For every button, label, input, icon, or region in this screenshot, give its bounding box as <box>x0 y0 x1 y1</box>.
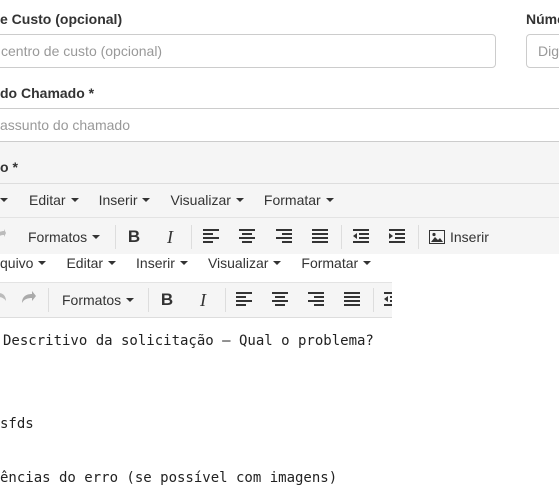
outer-formats-dropdown[interactable]: Formatos <box>28 226 101 248</box>
subject-label: do Chamado * <box>0 85 95 101</box>
outer-menu-file[interactable] <box>0 198 8 202</box>
outer-toolbar-separator <box>115 225 116 249</box>
subject-placeholder: assunto do chamado <box>0 117 130 133</box>
outer-italic-button[interactable]: I <box>161 226 179 248</box>
outer-bold-button[interactable]: B <box>125 226 143 248</box>
subject-input[interactable]: assunto do chamado <box>0 108 559 142</box>
cost-center-placeholder: centro de custo (opcional) <box>1 43 163 59</box>
outdent-icon[interactable] <box>353 229 369 243</box>
cost-center-label: e Custo (opcional) <box>0 11 123 27</box>
number-label: Núme <box>526 11 559 27</box>
inner-menu-format[interactable]: Formatar <box>301 255 372 271</box>
align-left-icon[interactable] <box>236 292 252 306</box>
inner-italic-button[interactable]: I <box>194 289 212 311</box>
outer-menu-insert[interactable]: Inserir <box>99 192 151 208</box>
inner-menu-insert[interactable]: Inserir <box>136 255 188 271</box>
align-right-icon[interactable] <box>308 292 324 306</box>
align-center-icon[interactable] <box>239 229 255 243</box>
inner-menu-edit[interactable]: Editar <box>66 255 117 271</box>
description-label: o * <box>0 159 18 175</box>
inner-toolbar-separator <box>373 288 374 312</box>
inner-toolbar-separator <box>148 288 149 312</box>
align-left-icon[interactable] <box>203 229 219 243</box>
redo-icon[interactable] <box>22 291 36 305</box>
outer-toolbar-separator <box>341 225 342 249</box>
outer-menu-items: Editar Inserir Visualizar Formatar <box>0 192 334 208</box>
outer-insert-image-button[interactable]: Inserir <box>429 226 489 248</box>
outer-toolbar-separator <box>418 225 419 249</box>
outer-menu-view[interactable]: Visualizar <box>170 192 244 208</box>
inner-toolbar-separator <box>48 288 49 312</box>
outer-menu-edit[interactable]: Editar <box>29 192 79 208</box>
number-placeholder: Dig <box>538 43 559 59</box>
align-justify-icon[interactable] <box>344 292 360 306</box>
image-icon <box>429 230 445 244</box>
cost-center-input[interactable]: centro de custo (opcional) <box>0 34 496 68</box>
editor-line-2[interactable]: sfds <box>0 416 34 432</box>
description-band <box>0 142 559 183</box>
align-justify-icon[interactable] <box>312 229 328 243</box>
inner-menu-file[interactable]: quivo <box>0 255 47 271</box>
undo-icon[interactable] <box>0 291 6 305</box>
inner-formats-dropdown[interactable]: Formatos <box>62 289 135 311</box>
inner-toolbar-separator <box>225 288 226 312</box>
outer-menu-format[interactable]: Formatar <box>264 192 334 208</box>
editor-line-1[interactable]: Descritivo da solicitação – Qual o probl… <box>3 333 374 349</box>
inner-menu-view[interactable]: Visualizar <box>208 255 282 271</box>
align-right-icon[interactable] <box>276 229 292 243</box>
number-input[interactable]: Dig <box>526 34 559 68</box>
outdent-icon[interactable] <box>384 292 392 306</box>
indent-icon[interactable] <box>389 229 405 243</box>
redo-icon[interactable] <box>0 229 6 243</box>
inner-bold-button[interactable]: B <box>158 289 176 311</box>
align-center-icon[interactable] <box>272 292 288 306</box>
editor-line-3[interactable]: ências do erro (se possível com imagens) <box>0 470 337 486</box>
outer-toolbar-separator <box>191 225 192 249</box>
inner-menu-items: quivo Editar Inserir Visualizar Formatar <box>0 255 372 271</box>
